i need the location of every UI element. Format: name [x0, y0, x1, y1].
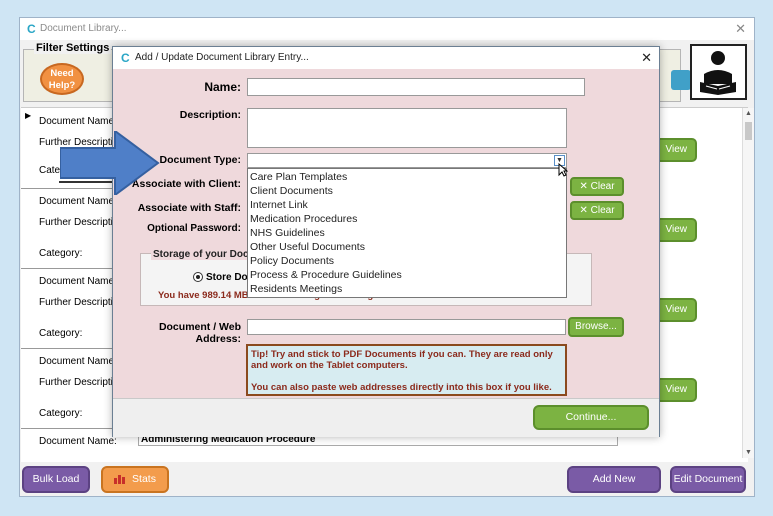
document-name-label: Document Name: [39, 196, 117, 207]
browse-button[interactable]: Browse... [568, 317, 624, 337]
store-document-radio[interactable] [193, 272, 203, 282]
stats-label: Stats [132, 473, 156, 485]
name-label: Name: [204, 80, 241, 94]
need-help-button[interactable]: Need Help? [40, 63, 84, 95]
name-input[interactable] [247, 78, 585, 96]
filter-settings-title: Filter Settings [34, 42, 112, 54]
clear-x-icon: ✕ [579, 181, 588, 192]
row-divider [21, 428, 119, 429]
continue-button[interactable]: Continue... [533, 405, 649, 430]
app-logo-icon: C [121, 51, 130, 65]
category-label: Category: [39, 408, 83, 419]
document-address-label: Document / Web Address: [158, 321, 241, 345]
dropdown-option[interactable]: Medication Procedures [250, 213, 357, 225]
tip-text-line1: Tip! Try and stick to PDF Documents if y… [251, 349, 553, 371]
document-name-label: Document Name: [39, 436, 117, 447]
category-label: Category: [39, 248, 83, 259]
dropdown-option[interactable]: Process & Procedure Guidelines [250, 269, 402, 281]
dialog-titlebar: C Add / Update Document Library Entry...… [113, 47, 659, 69]
add-new-button[interactable]: Add New [567, 466, 661, 493]
associate-staff-label: Associate with Staff: [137, 202, 241, 214]
mouse-cursor-icon [558, 163, 568, 177]
dropdown-option[interactable]: Other Useful Documents [250, 241, 365, 253]
document-name-label: Document Name: [39, 116, 117, 127]
dropdown-option[interactable]: Care Plan Templates [250, 171, 347, 183]
bar-chart-icon [114, 475, 126, 485]
document-name-label: Document Name: [39, 356, 117, 367]
clear-label: Clear [590, 205, 615, 216]
scroll-up-icon[interactable]: ▲ [745, 110, 752, 117]
clear-label: Clear [590, 181, 615, 192]
dropdown-option[interactable]: Policy Documents [250, 255, 334, 267]
dialog-footer: Continue... [113, 398, 659, 437]
document-type-dropdown: Care Plan Templates Client Documents Int… [247, 168, 567, 298]
scrollbar-thumb[interactable] [745, 122, 752, 140]
dropdown-option[interactable]: Internet Link [250, 199, 308, 211]
pointer-arrow-icon [60, 131, 160, 195]
description-label: Description: [179, 109, 241, 121]
main-close-icon[interactable]: ✕ [735, 21, 746, 37]
optional-password-label: Optional Password: [147, 223, 241, 234]
filter-apply-button[interactable] [671, 70, 691, 90]
main-window-title: Document Library... [40, 23, 127, 34]
document-name-label: Document Name: [39, 276, 117, 287]
bulk-load-button[interactable]: Bulk Load [22, 466, 90, 493]
row-selector-icon: ▶ [25, 111, 32, 120]
reading-person-icon [700, 51, 736, 95]
edit-document-button[interactable]: Edit Document [670, 466, 746, 493]
dropdown-option[interactable]: Residents Meetings [250, 283, 342, 295]
document-type-select[interactable]: ▼ [247, 153, 567, 168]
tip-text-line2: You can also paste web addresses directl… [251, 382, 552, 393]
clear-x-icon: ✕ [579, 205, 588, 216]
main-titlebar: C Document Library... ✕ [20, 18, 754, 40]
row-divider [21, 268, 119, 269]
clear-staff-button[interactable]: ✕ Clear [570, 201, 624, 220]
add-document-dialog: C Add / Update Document Library Entry...… [112, 46, 660, 437]
bottom-toolbar: Bulk Load Stats Add New Edit Document [20, 461, 754, 497]
reader-logo [690, 44, 747, 100]
dropdown-option[interactable]: NHS Guidelines [250, 227, 325, 239]
list-scrollbar[interactable]: ▲ ▼ [742, 108, 754, 458]
dialog-close-icon[interactable]: ✕ [641, 50, 652, 66]
dropdown-option[interactable]: Client Documents [250, 185, 333, 197]
scroll-down-icon[interactable]: ▼ [745, 449, 752, 456]
clear-client-button[interactable]: ✕ Clear [570, 177, 624, 196]
description-input[interactable] [247, 108, 567, 148]
tip-box: Tip! Try and stick to PDF Documents if y… [246, 344, 567, 396]
row-divider [21, 348, 119, 349]
document-address-input[interactable] [247, 319, 566, 335]
stats-button[interactable]: Stats [101, 466, 169, 493]
category-label: Category: [39, 328, 83, 339]
dialog-title: Add / Update Document Library Entry... [135, 52, 309, 63]
app-logo-icon: C [27, 22, 36, 36]
